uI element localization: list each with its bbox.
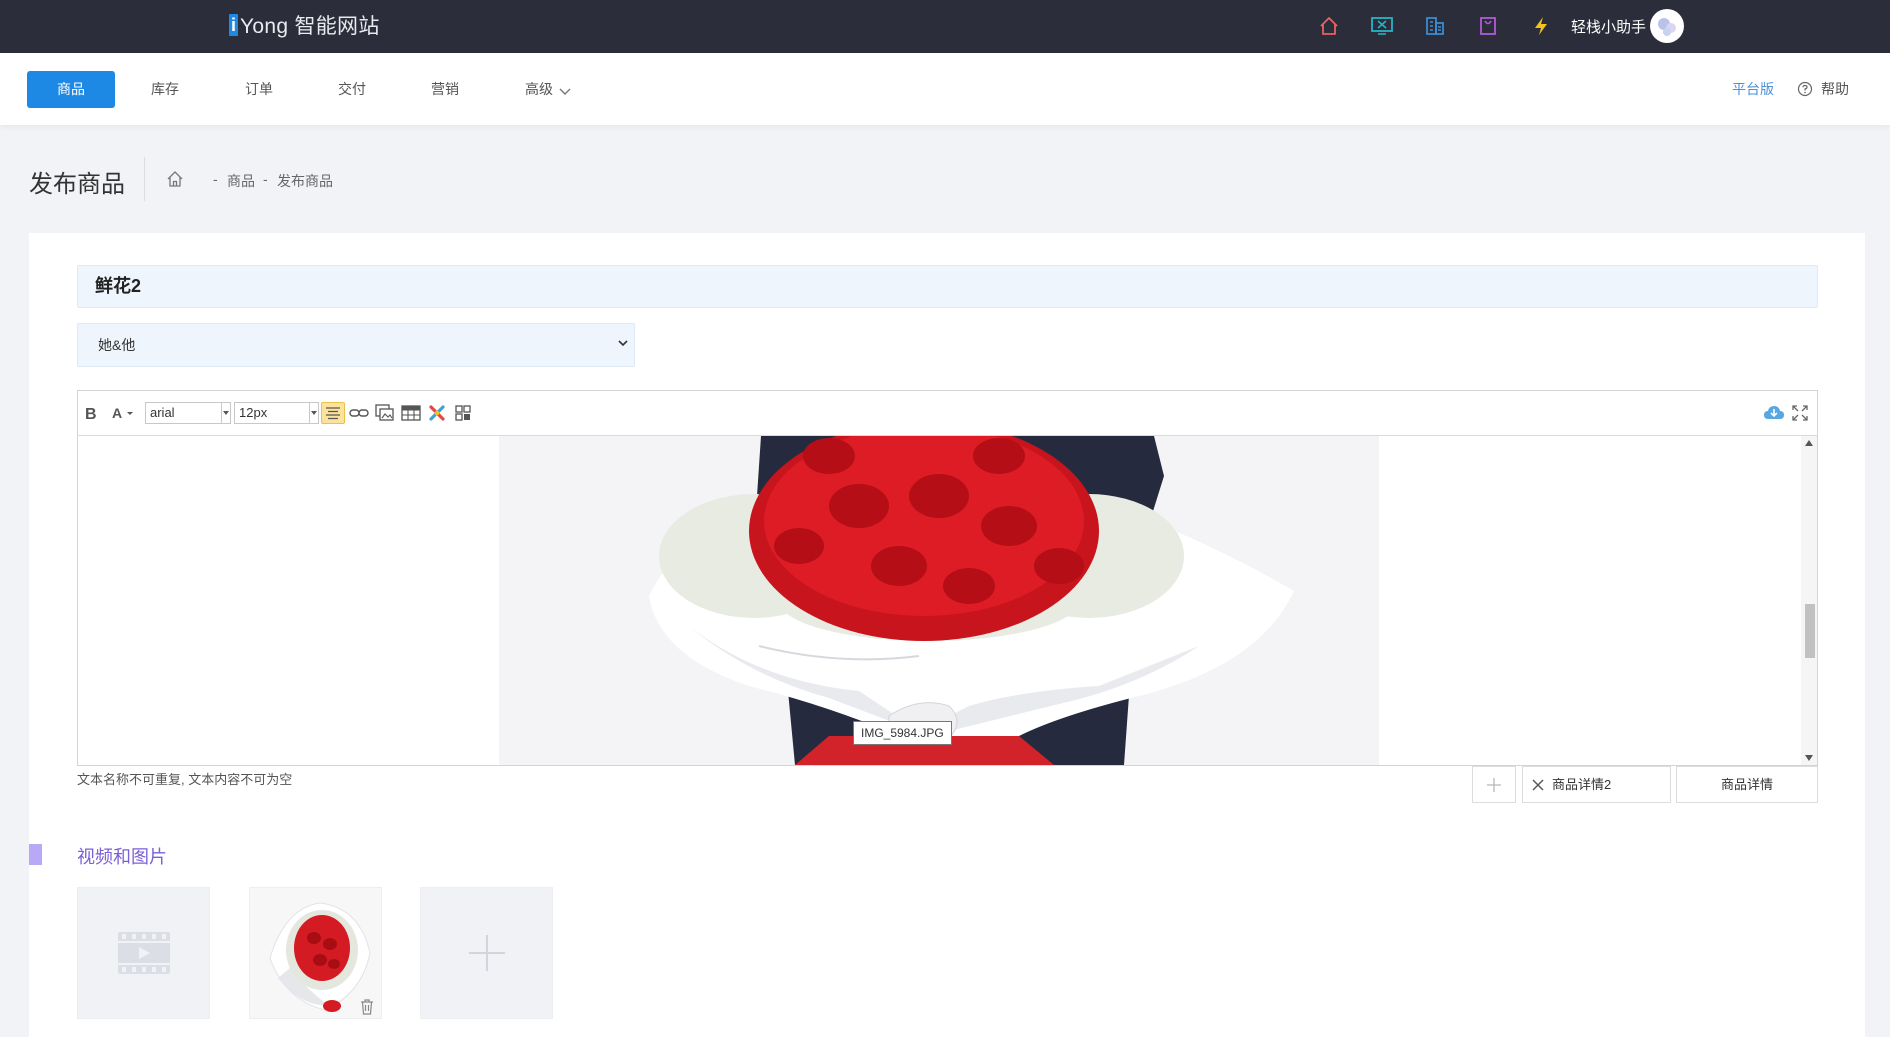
font-family-value: arial	[150, 405, 175, 420]
title-divider	[144, 157, 145, 201]
logo-text: Yong 智能网站	[240, 15, 380, 38]
video-placeholder-icon	[117, 932, 170, 974]
chevron-down-icon	[618, 340, 628, 347]
nav-item-orders[interactable]: 订单	[228, 71, 290, 108]
monitor-icon[interactable]	[1368, 12, 1396, 40]
breadcrumb-item-publish: 发布商品	[277, 173, 333, 189]
link-icon[interactable]	[348, 402, 370, 424]
building-icon[interactable]	[1421, 12, 1449, 40]
main-nav: 商品 库存 订单 交付 营销 高级 平台版 帮助	[0, 53, 1890, 125]
plus-icon	[1487, 777, 1501, 792]
chevron-down-icon	[309, 403, 318, 423]
nav-item-delivery[interactable]: 交付	[321, 71, 383, 108]
nav-item-advanced-label: 高级	[525, 81, 553, 97]
section-title: 视频和图片	[77, 847, 167, 867]
bag-icon[interactable]	[1474, 12, 1502, 40]
svg-text:B: B	[85, 406, 97, 421]
home-icon[interactable]	[1315, 12, 1343, 40]
add-media-tile[interactable]	[420, 887, 553, 1019]
lightning-icon[interactable]	[1527, 12, 1555, 40]
fullscreen-icon[interactable]	[1791, 402, 1809, 424]
widget-icon[interactable]	[427, 402, 447, 424]
bold-icon[interactable]: B	[84, 402, 98, 424]
bouquet-image[interactable]	[499, 436, 1379, 765]
scroll-down-icon[interactable]	[1805, 755, 1813, 761]
editor-hint: 文本名称不可重复, 文本内容不可为空	[77, 772, 293, 787]
scroll-thumb[interactable]	[1805, 604, 1815, 658]
category-select-value: 她&他	[98, 337, 136, 353]
platform-link[interactable]: 平台版	[1732, 79, 1774, 99]
chevron-down-icon	[221, 403, 230, 423]
tab-detail[interactable]: 商品详情	[1676, 766, 1818, 803]
font-size-value: 12px	[239, 405, 268, 420]
logo-mark: i	[229, 14, 238, 36]
breadcrumb-separator: -	[263, 171, 268, 187]
user-name[interactable]: 轻栈小助手	[1571, 16, 1646, 37]
close-icon[interactable]	[1532, 779, 1544, 791]
bouquet-thumbnail[interactable]	[249, 887, 382, 1019]
font-family-select[interactable]: arial	[145, 402, 231, 424]
scroll-up-icon[interactable]	[1805, 440, 1813, 446]
font-size-select[interactable]: 12px	[234, 402, 319, 424]
nav-item-goods[interactable]: 商品	[27, 71, 115, 108]
chevron-down-icon	[559, 88, 571, 95]
editor-content-area[interactable]	[78, 436, 1801, 765]
section-accent-bar	[29, 844, 42, 865]
image-icon[interactable]	[374, 402, 396, 424]
svg-text:A: A	[112, 405, 122, 421]
table-icon[interactable]	[400, 402, 422, 424]
grid-icon[interactable]	[453, 402, 473, 424]
cloud-icon[interactable]	[1763, 402, 1785, 424]
tab-detail-2[interactable]: 商品详情2	[1522, 766, 1671, 803]
nav-item-advanced[interactable]: 高级	[510, 71, 586, 108]
top-bar: i Yong 智能网站 轻栈小助手	[0, 0, 1890, 53]
trash-icon[interactable]	[360, 999, 374, 1015]
tab-detail-2-label: 商品详情2	[1552, 777, 1612, 792]
breadcrumb-item-goods[interactable]: 商品	[227, 171, 255, 191]
page-title: 发布商品	[29, 171, 125, 198]
top-icon-bar	[1315, 12, 1580, 40]
avatar[interactable]	[1650, 9, 1684, 43]
editor-scrollbar[interactable]	[1801, 436, 1817, 765]
nav-item-inventory[interactable]: 库存	[134, 71, 196, 108]
nav-item-marketing[interactable]: 营销	[414, 71, 476, 108]
add-icon	[468, 935, 505, 971]
category-select[interactable]: 她&他	[77, 323, 635, 367]
help-label: 帮助	[1821, 81, 1849, 97]
add-tab-button[interactable]	[1472, 766, 1516, 803]
breadcrumb-home-icon[interactable]	[166, 170, 184, 191]
rich-text-editor: B A arial 12px	[77, 390, 1818, 766]
editor-toolbar: B A arial 12px	[78, 391, 1817, 436]
help-icon	[1797, 81, 1813, 97]
align-icon[interactable]	[321, 402, 345, 424]
video-upload-tile[interactable]	[77, 887, 210, 1019]
image-caption-tooltip: IMG_5984.JPG	[853, 721, 952, 745]
breadcrumb-separator: -	[213, 171, 218, 187]
product-name-input[interactable]: 鲜花2	[77, 265, 1818, 308]
help-link[interactable]: 帮助	[1797, 79, 1849, 99]
logo[interactable]: i Yong 智能网站	[229, 12, 380, 38]
font-color-icon[interactable]: A	[112, 402, 136, 424]
